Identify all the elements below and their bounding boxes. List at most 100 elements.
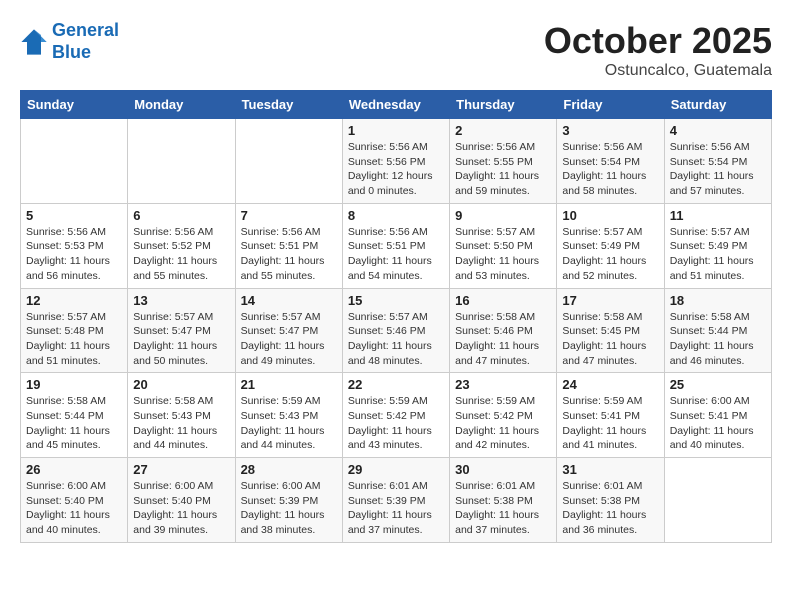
- logo-icon: [20, 28, 48, 56]
- day-number: 30: [455, 462, 551, 477]
- calendar-cell: 11 Sunrise: 5:57 AM Sunset: 5:49 PM Dayli…: [664, 203, 771, 288]
- day-info: Sunrise: 5:58 AM Sunset: 5:46 PM Dayligh…: [455, 310, 551, 369]
- day-number: 3: [562, 123, 658, 138]
- day-number: 4: [670, 123, 766, 138]
- day-info: Sunrise: 5:57 AM Sunset: 5:49 PM Dayligh…: [670, 225, 766, 284]
- weekday-header: Friday: [557, 91, 664, 119]
- day-info: Sunrise: 6:00 AM Sunset: 5:40 PM Dayligh…: [26, 479, 122, 538]
- day-info: Sunrise: 6:00 AM Sunset: 5:40 PM Dayligh…: [133, 479, 229, 538]
- calendar-cell: 20 Sunrise: 5:58 AM Sunset: 5:43 PM Dayli…: [128, 373, 235, 458]
- calendar-cell: 17 Sunrise: 5:58 AM Sunset: 5:45 PM Dayli…: [557, 288, 664, 373]
- calendar-cell: 7 Sunrise: 5:56 AM Sunset: 5:51 PM Daylig…: [235, 203, 342, 288]
- day-info: Sunrise: 5:57 AM Sunset: 5:50 PM Dayligh…: [455, 225, 551, 284]
- day-info: Sunrise: 5:59 AM Sunset: 5:43 PM Dayligh…: [241, 394, 337, 453]
- weekday-header: Thursday: [450, 91, 557, 119]
- day-number: 13: [133, 293, 229, 308]
- calendar-cell: 21 Sunrise: 5:59 AM Sunset: 5:43 PM Dayli…: [235, 373, 342, 458]
- calendar-cell: 9Sunrise: 5:57 AM Sunset: 5:50 PM Daylig…: [450, 203, 557, 288]
- day-number: 17: [562, 293, 658, 308]
- calendar-cell: 5Sunrise: 5:56 AM Sunset: 5:53 PM Daylig…: [21, 203, 128, 288]
- day-number: 12: [26, 293, 122, 308]
- day-number: 27: [133, 462, 229, 477]
- calendar-cell: 24 Sunrise: 5:59 AM Sunset: 5:41 PM Dayli…: [557, 373, 664, 458]
- calendar-cell: [128, 119, 235, 204]
- calendar-cell: 6 Sunrise: 5:56 AM Sunset: 5:52 PM Daylig…: [128, 203, 235, 288]
- calendar-cell: 29 Sunrise: 6:01 AM Sunset: 5:39 PM Dayli…: [342, 458, 449, 543]
- day-info: Sunrise: 5:58 AM Sunset: 5:44 PM Dayligh…: [670, 310, 766, 369]
- day-number: 29: [348, 462, 444, 477]
- calendar-cell: 26 Sunrise: 6:00 AM Sunset: 5:40 PM Dayli…: [21, 458, 128, 543]
- calendar-cell: 10 Sunrise: 5:57 AM Sunset: 5:49 PM Dayli…: [557, 203, 664, 288]
- day-number: 21: [241, 377, 337, 392]
- day-number: 22: [348, 377, 444, 392]
- day-number: 8: [348, 208, 444, 223]
- day-number: 18: [670, 293, 766, 308]
- calendar-cell: 22Sunrise: 5:59 AM Sunset: 5:42 PM Dayli…: [342, 373, 449, 458]
- calendar-week-row: 12Sunrise: 5:57 AM Sunset: 5:48 PM Dayli…: [21, 288, 772, 373]
- day-number: 16: [455, 293, 551, 308]
- day-info: Sunrise: 5:56 AM Sunset: 5:51 PM Dayligh…: [241, 225, 337, 284]
- calendar-cell: 12Sunrise: 5:57 AM Sunset: 5:48 PM Dayli…: [21, 288, 128, 373]
- day-info: Sunrise: 5:56 AM Sunset: 5:52 PM Dayligh…: [133, 225, 229, 284]
- calendar-week-row: 1Sunrise: 5:56 AM Sunset: 5:56 PM Daylig…: [21, 119, 772, 204]
- weekday-header: Saturday: [664, 91, 771, 119]
- day-number: 26: [26, 462, 122, 477]
- weekday-header: Wednesday: [342, 91, 449, 119]
- day-info: Sunrise: 5:57 AM Sunset: 5:47 PM Dayligh…: [133, 310, 229, 369]
- day-info: Sunrise: 5:57 AM Sunset: 5:49 PM Dayligh…: [562, 225, 658, 284]
- day-info: Sunrise: 6:01 AM Sunset: 5:38 PM Dayligh…: [562, 479, 658, 538]
- calendar-cell: 19 Sunrise: 5:58 AM Sunset: 5:44 PM Dayli…: [21, 373, 128, 458]
- calendar-cell: 13 Sunrise: 5:57 AM Sunset: 5:47 PM Dayli…: [128, 288, 235, 373]
- calendar-cell: 15 Sunrise: 5:57 AM Sunset: 5:46 PM Dayli…: [342, 288, 449, 373]
- location: Ostuncalco, Guatemala: [544, 62, 772, 80]
- day-number: 19: [26, 377, 122, 392]
- calendar-cell: 25Sunrise: 6:00 AM Sunset: 5:41 PM Dayli…: [664, 373, 771, 458]
- calendar-cell: 3 Sunrise: 5:56 AM Sunset: 5:54 PM Daylig…: [557, 119, 664, 204]
- day-number: 15: [348, 293, 444, 308]
- day-info: Sunrise: 5:57 AM Sunset: 5:46 PM Dayligh…: [348, 310, 444, 369]
- logo: General Blue: [20, 20, 119, 63]
- day-info: Sunrise: 5:56 AM Sunset: 5:54 PM Dayligh…: [562, 140, 658, 199]
- day-number: 6: [133, 208, 229, 223]
- day-info: Sunrise: 5:56 AM Sunset: 5:55 PM Dayligh…: [455, 140, 551, 199]
- calendar-cell: 1Sunrise: 5:56 AM Sunset: 5:56 PM Daylig…: [342, 119, 449, 204]
- calendar-cell: 2Sunrise: 5:56 AM Sunset: 5:55 PM Daylig…: [450, 119, 557, 204]
- day-info: Sunrise: 6:01 AM Sunset: 5:38 PM Dayligh…: [455, 479, 551, 538]
- calendar-cell: 31 Sunrise: 6:01 AM Sunset: 5:38 PM Dayli…: [557, 458, 664, 543]
- calendar-cell: 18 Sunrise: 5:58 AM Sunset: 5:44 PM Dayli…: [664, 288, 771, 373]
- calendar-cell: 30 Sunrise: 6:01 AM Sunset: 5:38 PM Dayli…: [450, 458, 557, 543]
- day-info: Sunrise: 6:00 AM Sunset: 5:41 PM Dayligh…: [670, 394, 766, 453]
- day-number: 31: [562, 462, 658, 477]
- title-block: October 2025 Ostuncalco, Guatemala: [544, 20, 772, 80]
- calendar-cell: 14 Sunrise: 5:57 AM Sunset: 5:47 PM Dayli…: [235, 288, 342, 373]
- day-number: 14: [241, 293, 337, 308]
- calendar-cell: [664, 458, 771, 543]
- day-number: 20: [133, 377, 229, 392]
- day-info: Sunrise: 5:56 AM Sunset: 5:56 PM Dayligh…: [348, 140, 444, 199]
- day-number: 24: [562, 377, 658, 392]
- month-title: October 2025: [544, 20, 772, 62]
- day-info: Sunrise: 5:57 AM Sunset: 5:47 PM Dayligh…: [241, 310, 337, 369]
- logo-line1: General: [52, 20, 119, 40]
- day-info: Sunrise: 6:01 AM Sunset: 5:39 PM Dayligh…: [348, 479, 444, 538]
- day-number: 7: [241, 208, 337, 223]
- day-number: 23: [455, 377, 551, 392]
- calendar-week-row: 5Sunrise: 5:56 AM Sunset: 5:53 PM Daylig…: [21, 203, 772, 288]
- day-info: Sunrise: 5:58 AM Sunset: 5:45 PM Dayligh…: [562, 310, 658, 369]
- day-info: Sunrise: 5:59 AM Sunset: 5:42 PM Dayligh…: [455, 394, 551, 453]
- day-info: Sunrise: 5:59 AM Sunset: 5:41 PM Dayligh…: [562, 394, 658, 453]
- logo-text: General Blue: [52, 20, 119, 63]
- day-number: 28: [241, 462, 337, 477]
- day-info: Sunrise: 5:58 AM Sunset: 5:43 PM Dayligh…: [133, 394, 229, 453]
- calendar-cell: 16 Sunrise: 5:58 AM Sunset: 5:46 PM Dayli…: [450, 288, 557, 373]
- day-number: 11: [670, 208, 766, 223]
- weekday-header-row: SundayMondayTuesdayWednesdayThursdayFrid…: [21, 91, 772, 119]
- logo-line2: Blue: [52, 42, 91, 62]
- weekday-header: Sunday: [21, 91, 128, 119]
- calendar-table: SundayMondayTuesdayWednesdayThursdayFrid…: [20, 90, 772, 543]
- day-number: 10: [562, 208, 658, 223]
- calendar-cell: 8Sunrise: 5:56 AM Sunset: 5:51 PM Daylig…: [342, 203, 449, 288]
- day-info: Sunrise: 5:58 AM Sunset: 5:44 PM Dayligh…: [26, 394, 122, 453]
- day-info: Sunrise: 6:00 AM Sunset: 5:39 PM Dayligh…: [241, 479, 337, 538]
- calendar-cell: 23 Sunrise: 5:59 AM Sunset: 5:42 PM Dayli…: [450, 373, 557, 458]
